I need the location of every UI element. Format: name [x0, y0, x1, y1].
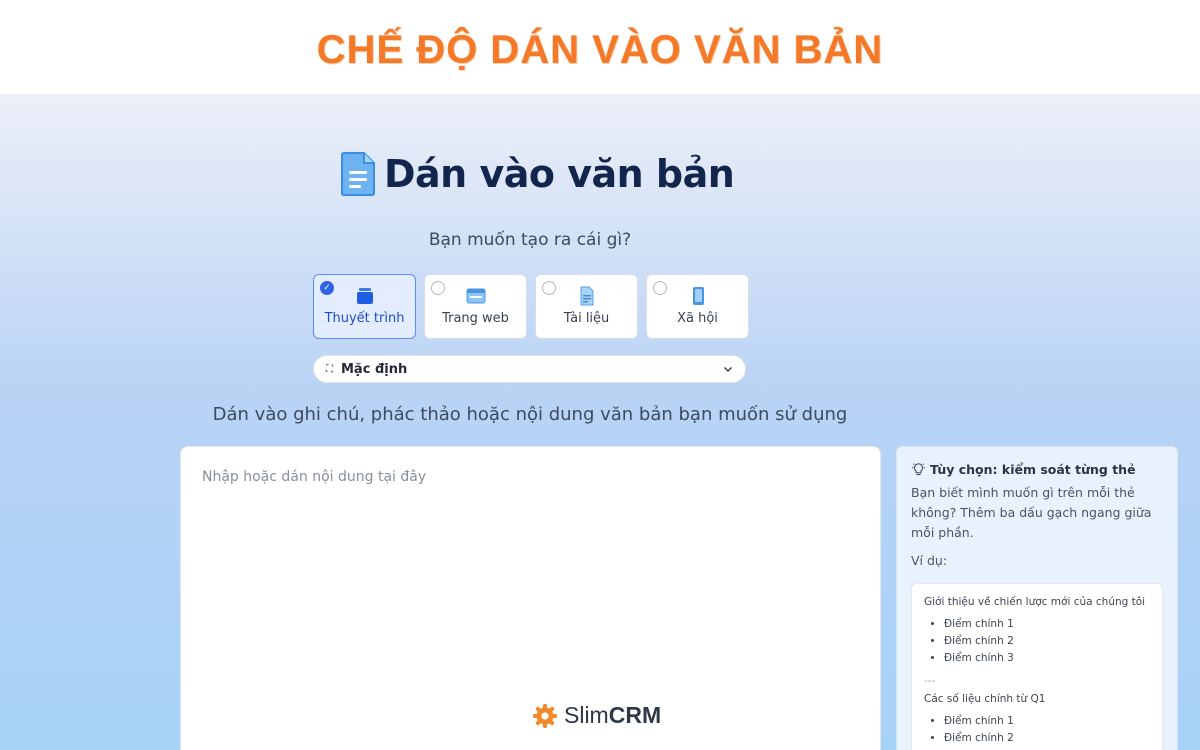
- example-box: Giới thiệu về chiến lược mới của chúng t…: [911, 583, 1163, 750]
- chevron-down-icon: [723, 366, 733, 373]
- tips-title: Tùy chọn: kiểm soát từng thẻ: [911, 462, 1136, 477]
- tips-example-label: Ví dụ:: [911, 553, 948, 568]
- document-icon: [341, 152, 375, 196]
- type-card-document[interactable]: Tài liệu: [535, 274, 638, 339]
- banner: CHẾ ĐỘ DÁN VÀO VĂN BẢN: [0, 0, 1200, 94]
- expand-icon: ⛶: [326, 363, 333, 375]
- type-card-webpage[interactable]: Trang web: [424, 274, 527, 339]
- output-type-selector: ✓ Thuyết trình Trang web Tài liệu Xã hội: [313, 274, 749, 339]
- list-item: Điểm chính 1: [944, 616, 1162, 633]
- list-item: Điểm chính 1: [944, 713, 1162, 730]
- webpage-icon: [466, 288, 485, 304]
- question-label: Bạn muốn tạo ra cái gì?: [428, 230, 632, 250]
- tips-title-text: Tùy chọn: kiểm soát từng thẻ: [930, 462, 1136, 477]
- type-label-document: Tài liệu: [563, 311, 610, 326]
- content-input[interactable]: Nhập hoặc dán nội dung tại đây: [180, 446, 881, 750]
- theme-value: Mặc định: [341, 361, 408, 377]
- brand-watermark: SlimCRM: [532, 702, 661, 729]
- brand-name: SlimCRM: [564, 702, 662, 728]
- example-list: Điểm chính 1 Điểm chính 2: [924, 713, 1162, 747]
- tips-body: Bạn biết mình muốn gì trên mỗi thẻ không…: [911, 485, 1152, 540]
- content-input-placeholder: Nhập hoặc dán nội dung tại đây: [202, 469, 427, 485]
- type-label-webpage: Trang web: [442, 311, 509, 326]
- document-icon: [580, 286, 593, 306]
- type-label-presentation: Thuyết trình: [324, 311, 405, 326]
- gear-logo-icon: [533, 703, 557, 728]
- type-card-social[interactable]: Xã hội: [646, 274, 749, 339]
- instruction-label: Dán vào ghi chú, phác thảo hoặc nội dung…: [212, 404, 848, 425]
- app-area: Dán vào văn bản Bạn muốn tạo ra cái gì? …: [0, 94, 1200, 750]
- list-item: Điểm chính 3: [944, 650, 1162, 667]
- page-title: Dán vào văn bản: [384, 152, 735, 196]
- type-card-presentation[interactable]: ✓ Thuyết trình: [313, 274, 416, 339]
- banner-title: CHẾ ĐỘ DÁN VÀO VĂN BẢN: [316, 28, 884, 72]
- example-heading: Giới thiệu về chiến lược mới của chúng t…: [924, 596, 1146, 608]
- type-label-social: Xã hội: [677, 311, 718, 326]
- list-item: Điểm chính 2: [944, 730, 1162, 747]
- example-list: Điểm chính 1 Điểm chính 2 Điểm chính 3: [924, 616, 1162, 667]
- theme-dropdown[interactable]: ⛶ Mặc định: [313, 355, 746, 383]
- page-header: Dán vào văn bản: [340, 150, 735, 198]
- example-separator: ---: [924, 675, 936, 687]
- tips-panel: Tùy chọn: kiểm soát từng thẻ Bạn biết mì…: [896, 446, 1178, 750]
- example-heading: Các số liệu chính từ Q1: [924, 693, 1046, 705]
- presentation-icon: [356, 288, 373, 304]
- list-item: Điểm chính 2: [944, 633, 1162, 650]
- social-icon: [692, 287, 704, 305]
- lightbulb-icon: [911, 463, 926, 476]
